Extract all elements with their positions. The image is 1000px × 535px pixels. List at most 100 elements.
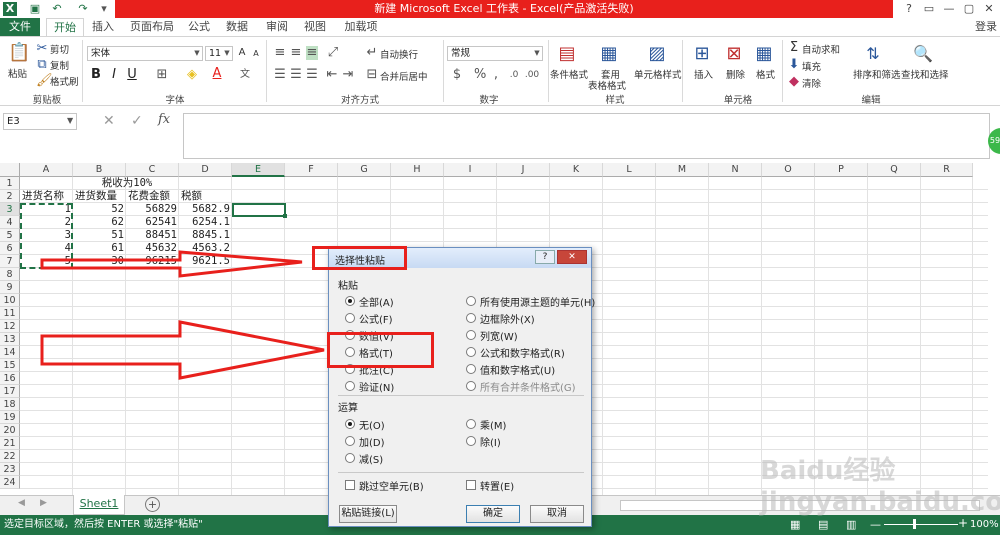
row-header[interactable]: 5 (0, 229, 20, 242)
row-header[interactable]: 12 (0, 320, 20, 333)
insert-function-icon[interactable]: fx (158, 112, 170, 127)
tab-file[interactable]: 文件 (0, 18, 40, 36)
formula-input[interactable] (183, 113, 990, 159)
row-header[interactable]: 7 (0, 255, 20, 268)
dialog-help-button[interactable]: ? (535, 250, 555, 264)
cell-a2[interactable]: 进货名称 (21, 190, 73, 203)
zoom-slider-thumb[interactable] (913, 519, 916, 529)
row-header[interactable]: 8 (0, 268, 20, 281)
login-link[interactable]: 登录 (972, 18, 1000, 36)
cell-d3[interactable]: 5682.9 (179, 203, 232, 216)
column-header[interactable]: C (126, 163, 179, 177)
clear-button[interactable]: 清除 (802, 76, 821, 90)
align-top-icon[interactable]: ≡ (274, 46, 286, 60)
wrap-text-button[interactable]: 自动换行 (380, 47, 418, 61)
row-header[interactable]: 20 (0, 424, 20, 437)
row-header[interactable]: 15 (0, 359, 20, 372)
format-as-table-icon[interactable]: ▦ (598, 42, 620, 66)
column-header[interactable]: R (921, 163, 973, 177)
row-header[interactable]: 23 (0, 463, 20, 476)
row-header[interactable]: 2 (0, 190, 20, 203)
tab-page-layout[interactable]: 页面布局 (128, 18, 176, 36)
cell-b1[interactable]: 税收为10% (73, 177, 181, 190)
decrease-decimal-icon[interactable]: .00 (524, 68, 540, 82)
paste-option-radio[interactable] (466, 347, 476, 357)
orientation-icon[interactable]: ⤢ (326, 46, 340, 60)
increase-indent-icon[interactable]: ⇥ (342, 68, 354, 82)
copy-button[interactable]: 复制 (50, 58, 69, 72)
align-left-icon[interactable]: ☰ (274, 68, 286, 82)
paste-option-radio[interactable] (466, 381, 476, 391)
decrease-font-icon[interactable]: A (250, 47, 262, 61)
paste-option-radio[interactable] (345, 313, 355, 323)
cell-c4[interactable]: 62541 (126, 216, 179, 229)
format-painter-button[interactable]: 格式刷 (50, 74, 79, 88)
insert-cells-button[interactable]: 插入 (694, 67, 713, 81)
column-header[interactable]: M (656, 163, 709, 177)
format-as-table-label-2[interactable]: 表格格式 (588, 78, 626, 92)
row-header[interactable]: 6 (0, 242, 20, 255)
chevron-down-icon[interactable]: ▼ (67, 116, 73, 125)
phonetic-icon[interactable]: 文 (238, 68, 252, 82)
column-header[interactable]: A (20, 163, 73, 177)
tab-review[interactable]: 审阅 (262, 18, 292, 36)
undo-icon[interactable]: ↶ (50, 2, 64, 16)
ok-button[interactable]: 确定 (466, 505, 520, 523)
customize-quick-access-icon[interactable]: ▾ (97, 2, 111, 16)
operation-option-radio[interactable] (345, 419, 355, 429)
cell-d4[interactable]: 6254.1 (179, 216, 232, 229)
merge-center-button[interactable]: 合并后居中 (380, 69, 428, 83)
redo-icon[interactable]: ↷ (76, 2, 90, 16)
autosum-button[interactable]: 自动求和 (802, 42, 840, 56)
column-header[interactable]: B (73, 163, 126, 177)
find-select-icon[interactable]: 🔍 (912, 42, 934, 66)
row-header[interactable]: 1 (0, 177, 20, 190)
zoom-level[interactable]: 100% (970, 515, 999, 535)
align-middle-icon[interactable]: ≡ (290, 46, 302, 60)
dialog-close-button[interactable]: ✕ (557, 250, 587, 264)
accounting-format-icon[interactable]: $ (450, 68, 464, 82)
clear-icon[interactable]: ◆ (788, 75, 800, 89)
paste-icon[interactable]: 📋 (8, 42, 30, 64)
delete-cells-button[interactable]: 删除 (726, 67, 745, 81)
row-header[interactable]: 24 (0, 476, 20, 489)
paste-option-radio[interactable] (345, 296, 355, 306)
operation-option-radio[interactable] (466, 419, 476, 429)
row-header[interactable]: 4 (0, 216, 20, 229)
operation-option-radio[interactable] (345, 453, 355, 463)
row-header[interactable]: 9 (0, 281, 20, 294)
tab-view[interactable]: 视图 (300, 18, 330, 36)
row-header[interactable]: 16 (0, 372, 20, 385)
minimize-icon[interactable]: — (940, 1, 958, 17)
align-right-icon[interactable]: ☰ (306, 68, 318, 82)
row-header[interactable]: 21 (0, 437, 20, 450)
operation-option-radio[interactable] (466, 436, 476, 446)
delete-cells-icon[interactable]: ⊠ (724, 42, 744, 66)
underline-button[interactable]: U (126, 68, 138, 82)
column-header[interactable]: F (285, 163, 338, 177)
sort-filter-icon[interactable]: ⇅ (862, 42, 884, 66)
cell-c3[interactable]: 56829 (126, 203, 179, 216)
row-header[interactable]: 18 (0, 398, 20, 411)
cancel-edit-icon[interactable]: ✕ (103, 113, 117, 129)
paste-button[interactable]: 粘贴 (8, 66, 27, 80)
font-size-combo[interactable]: 11 ▼ (205, 46, 233, 61)
increase-decimal-icon[interactable]: .0 (506, 68, 522, 82)
autosum-icon[interactable]: Σ (788, 41, 800, 55)
column-header[interactable]: L (603, 163, 656, 177)
maximize-icon[interactable]: ▢ (960, 1, 978, 17)
tab-data[interactable]: 数据 (222, 18, 252, 36)
conditional-format-button[interactable]: 条件格式 (550, 67, 588, 81)
cell-styles-button[interactable]: 单元格样式 (634, 67, 682, 81)
cell-b4[interactable]: 62 (73, 216, 126, 229)
column-header[interactable]: H (391, 163, 444, 177)
paste-option-radio[interactable] (345, 381, 355, 391)
fill-handle[interactable] (283, 214, 287, 218)
merge-center-icon[interactable]: ⊟ (366, 68, 378, 82)
align-bottom-icon[interactable]: ≡ (306, 46, 318, 60)
column-header[interactable]: P (815, 163, 868, 177)
format-painter-icon[interactable]: 🖌 (36, 74, 53, 88)
cell-b2[interactable]: 进货数量 (74, 190, 126, 203)
font-name-combo[interactable]: 宋体 ▼ (87, 46, 203, 61)
row-header[interactable]: 13 (0, 333, 20, 346)
